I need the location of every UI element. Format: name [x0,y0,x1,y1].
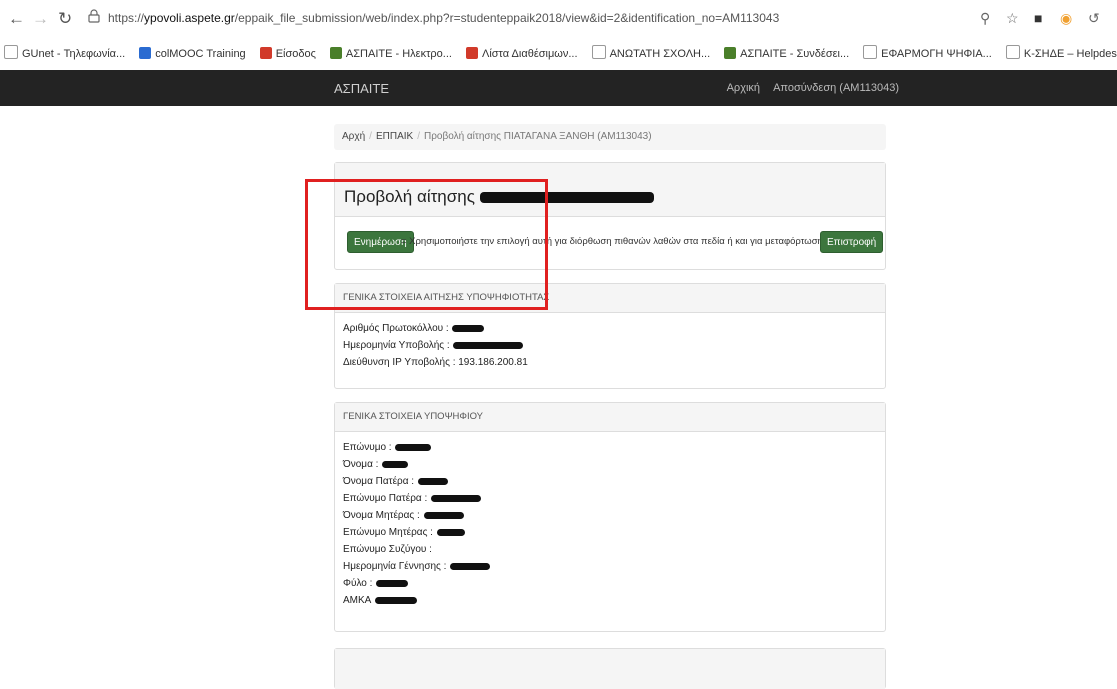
redacted-value [436,528,465,536]
browser-address-bar: ← → ↻ https://ypovoli.aspete.gr/eppaik_f… [0,0,1117,39]
bookmark-label: ΑΣΠΑΙΤΕ - Ηλεκτρο... [345,48,452,60]
candidate-field-label: Φύλο : [343,578,373,589]
bookmark-label: colMOOC Training [155,48,246,60]
submission-date-row: Ημερομηνία Υποβολής : [343,340,877,357]
breadcrumb: Αρχή / ΕΠΠΑΙΚ / Προβολή αίτησης ΠΙΑΤΑΓΑΝΑ ΞΑ… [334,124,886,150]
candidate-field-row: ΑΜΚΑ [343,595,877,612]
bookmark-favicon-icon [329,47,342,59]
redacted-value [395,443,432,451]
bookmarks-bar: GUnet - Τηλεφωνία... colMOOC Training Είσο… [0,38,1117,71]
candidate-field-label: Ημερομηνία Γέννησης : [343,561,447,572]
redacted-value [417,477,448,485]
redacted-value [453,341,524,349]
nav-home-link[interactable]: Αρχική [727,82,760,94]
next-panel [334,648,886,689]
candidate-info-heading: ΓΕΝΙΚΑ ΣΤΟΙΧΕΙΑ ΥΠΟΨΗΦΙΟΥ [335,403,885,432]
redacted-value [423,511,464,519]
redacted-value [450,562,491,570]
submission-ip-row: Διεύθυνση IP Υποβολής : 193.186.200.81 [343,357,528,368]
candidate-field-row: Επώνυμο Πατέρα : [343,493,877,510]
bookmark-label: Είσοδος [275,48,316,60]
bookmark-label: ΑΝΩΤΑΤΗ ΣΧΟΛΗ... [609,48,711,60]
protocol-row: Αριθμός Πρωτοκόλλου : [343,323,877,340]
nav-logout-link[interactable]: Αποσύνδεση (AM113043) [773,82,899,94]
redacted-value [374,596,417,604]
candidate-field-row: Επώνυμο Συζύγου : [343,544,877,561]
bookmark-favicon-icon [139,47,152,59]
collections-icon[interactable]: ↺ [1088,10,1100,26]
candidate-field-label: Επώνυμο Συζύγου : [343,544,432,555]
bookmark-item[interactable]: ΕΦΑΡΜΟΓΗ ΨΗΦΙΑ... [863,38,992,70]
bookmark-favicon-icon [465,47,478,59]
bookmark-item[interactable]: ΑΣΠΑΙΤΕ - Συνδέσει... [724,38,849,70]
bookmark-item[interactable]: colMOOC Training [139,38,246,70]
favorite-star-icon[interactable]: ☆ [1006,10,1019,26]
redacted-value [382,460,409,468]
breadcrumb-section[interactable]: ΕΠΠΑΙΚ [376,131,413,142]
lock-icon [88,9,100,23]
candidate-field-label: Όνομα : [343,459,379,470]
url-text: https://ypovoli.aspete.gr/eppaik_file_su… [108,11,780,25]
candidate-field-label: ΑΜΚΑ [343,595,371,606]
breadcrumb-home[interactable]: Αρχή [342,131,365,142]
bookmark-item[interactable]: ΑΣΠΑΙΤΕ - Ηλεκτρο... [329,38,452,70]
candidate-field-label: Όνομα Πατέρα : [343,476,415,487]
bookmark-label: Κ-ΣΗΔΕ – Helpdesk [1023,48,1117,60]
bookmark-label: ΑΣΠΑΙΤΕ - Συνδέσει... [740,48,850,60]
redacted-value [376,579,409,587]
bookmark-favicon-icon [863,45,878,59]
candidate-field-row: Όνομα Μητέρας : [343,510,877,527]
candidate-field-row: Όνομα Πατέρα : [343,476,877,493]
site-navbar: ΑΣΠΑΙΤΕ Αρχική Αποσύνδεση (AM113043) [0,70,1117,106]
main-container: Αρχή / ΕΠΠΑΙΚ / Προβολή αίτησης ΠΙΑΤΑΓΑΝΑ ΞΑ… [334,124,886,689]
bookmark-label: Λίστα Διαθέσιμων... [481,48,578,60]
bookmark-favicon-icon [259,47,272,59]
candidate-field-label: Επώνυμο Μητέρας : [343,527,433,538]
candidate-field-row: Επώνυμο Μητέρας : [343,527,877,544]
extension-icon[interactable]: ■ [1034,10,1042,26]
bookmark-label: GUnet - Τηλεφωνία... [22,48,126,60]
highlight-annotation-box [305,179,548,310]
forward-arrow-icon[interactable]: → [32,9,49,29]
bookmark-item[interactable]: Κ-ΣΗΔΕ – Helpdesk [1005,38,1117,70]
submission-ip-value: 193.186.200.81 [458,357,528,368]
bookmark-item[interactable]: ΑΝΩΤΑΤΗ ΣΧΟΛΗ... [591,38,711,70]
url-field[interactable]: https://ypovoli.aspete.gr/eppaik_file_su… [88,6,968,32]
candidate-field-label: Όνομα Μητέρας : [343,510,420,521]
bookmark-item[interactable]: Είσοδος [259,38,316,70]
candidate-info-panel: ΓΕΝΙΚΑ ΣΤΟΙΧΕΙΑ ΥΠΟΨΗΦΙΟΥ Επώνυμο : Όνομ… [334,402,886,632]
bookmark-item[interactable]: Λίστα Διαθέσιμων... [465,38,578,70]
candidate-field-label: Επώνυμο Πατέρα : [343,493,428,504]
zoom-icon[interactable]: ⚲ [980,10,990,26]
redacted-value [431,494,482,502]
redacted-value [452,324,485,332]
site-brand[interactable]: ΑΣΠΑΙΤΕ [334,81,389,96]
reload-icon[interactable]: ↻ [58,9,72,29]
bookmark-item[interactable]: GUnet - Τηλεφωνία... [4,38,125,70]
back-button[interactable]: Επιστροφή [820,231,884,253]
candidate-field-row: Όνομα : [343,459,877,476]
bookmark-favicon-icon [1005,45,1020,59]
bookmark-favicon-icon [4,45,18,59]
candidate-field-row: Φύλο : [343,578,877,595]
candidate-field-label: Επώνυμο : [343,442,392,453]
bookmark-favicon-icon [724,47,737,59]
candidate-field-row: Ημερομηνία Γέννησης : [343,561,877,578]
bookmark-favicon-icon [591,45,606,59]
rss-icon[interactable]: ◉ [1060,10,1072,26]
candidate-field-row: Επώνυμο : [343,442,877,459]
breadcrumb-current: Προβολή αίτησης ΠΙΑΤΑΓΑΝΑ ΞΑΝΘΗ (AM11304… [423,131,652,142]
bookmark-label: ΕΦΑΡΜΟΓΗ ΨΗΦΙΑ... [881,48,992,60]
back-arrow-icon[interactable]: ← [8,9,25,29]
